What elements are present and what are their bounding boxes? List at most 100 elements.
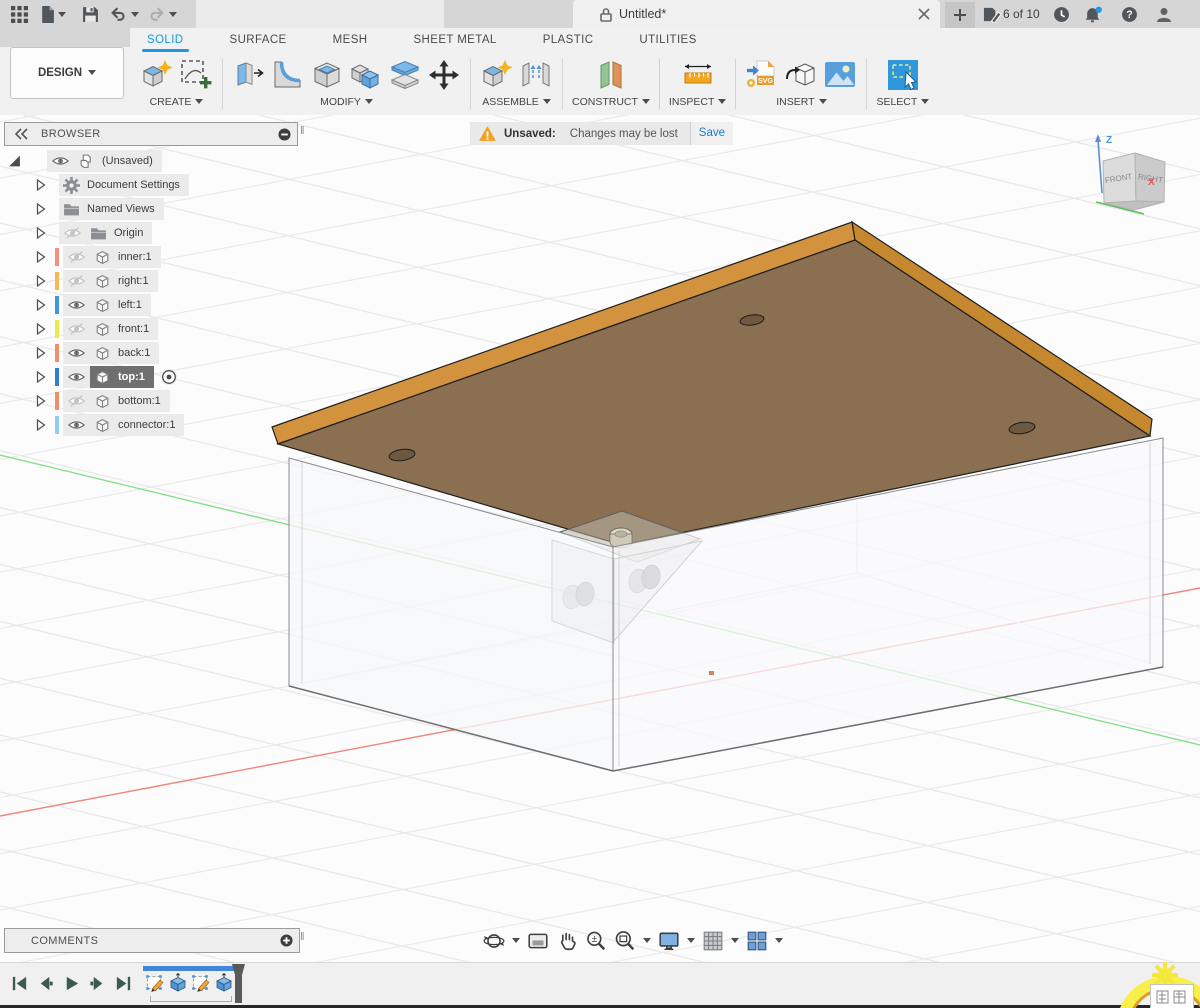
eye-icon[interactable]	[67, 370, 86, 384]
expander-icon[interactable]	[34, 250, 47, 264]
browser-item-label[interactable]: Document Settings	[87, 179, 185, 191]
press-pull-icon[interactable]	[232, 58, 266, 92]
measure-icon[interactable]	[681, 58, 715, 92]
viewcube-bottom-face[interactable]	[1104, 201, 1164, 210]
workspace-selector-button[interactable]: DESIGN	[10, 47, 124, 99]
group-label-assemble[interactable]: ASSEMBLE	[482, 96, 551, 108]
browser-row-back-1[interactable]: back:1	[0, 341, 300, 365]
eye-off-icon[interactable]	[67, 250, 86, 264]
expander-open-icon[interactable]	[8, 154, 21, 168]
undo-icon[interactable]	[110, 6, 127, 23]
sketch-feature-icon[interactable]	[145, 973, 165, 993]
fit-icon[interactable]	[614, 930, 636, 952]
eye-off-icon[interactable]	[67, 274, 86, 288]
expander-icon[interactable]	[34, 226, 47, 240]
group-label-construct[interactable]: CONSTRUCT	[572, 96, 650, 108]
joint-icon[interactable]	[519, 58, 553, 92]
browser-item-label[interactable]: connector:1	[118, 419, 180, 431]
undo-caret-icon[interactable]	[131, 12, 139, 18]
eye-icon[interactable]	[67, 298, 86, 312]
file-menu-icon[interactable]	[39, 6, 56, 23]
app-grid-icon[interactable]	[11, 6, 28, 23]
expander-icon[interactable]	[34, 394, 47, 408]
eye-icon[interactable]	[67, 418, 86, 432]
expander-icon[interactable]	[34, 346, 47, 360]
browser-row-inner-1[interactable]: inner:1	[0, 245, 300, 269]
construct-plane-icon[interactable]	[594, 58, 628, 92]
tab-mesh[interactable]: MESH	[331, 29, 370, 53]
caret-down-icon[interactable]	[687, 938, 695, 944]
tab-sheet-metal[interactable]: SHEET METAL	[411, 29, 498, 53]
group-label-insert[interactable]: INSERT	[776, 96, 826, 108]
combine-icon[interactable]	[349, 58, 383, 92]
caret-down-icon[interactable]	[512, 938, 520, 944]
redo-caret-icon[interactable]	[169, 12, 177, 18]
panel-grip[interactable]: ‖	[300, 931, 305, 943]
expander-icon[interactable]	[34, 370, 47, 384]
group-label-modify[interactable]: MODIFY	[320, 96, 373, 108]
orbit-icon[interactable]	[483, 930, 505, 952]
browser-item-label[interactable]: right:1	[118, 275, 154, 287]
select-icon[interactable]	[886, 58, 920, 92]
caret-down-icon[interactable]	[775, 938, 783, 944]
browser-item-label[interactable]: top:1	[118, 371, 150, 383]
look-at-icon[interactable]	[527, 930, 549, 952]
job-status-clock-icon[interactable]	[1053, 6, 1070, 23]
move-copy-icon[interactable]	[427, 58, 461, 92]
group-label-select[interactable]: SELECT	[876, 96, 929, 108]
collapse-panel-icon[interactable]	[15, 128, 29, 140]
new-component-icon[interactable]	[480, 58, 514, 92]
expander-icon[interactable]	[34, 178, 47, 192]
eye-off-icon[interactable]	[67, 394, 86, 408]
extrude-feature-icon[interactable]	[168, 973, 188, 993]
display-settings-icon[interactable]	[658, 930, 680, 952]
file-menu-caret-icon[interactable]	[58, 12, 66, 18]
close-tab-icon[interactable]	[918, 8, 930, 20]
tab-solid[interactable]: SOLID	[145, 29, 186, 53]
sketch-feature-icon[interactable]	[191, 973, 211, 993]
browser-item-label[interactable]: (Unsaved)	[102, 155, 158, 167]
document-tab[interactable]: Untitled*	[573, 0, 940, 28]
eye-off-icon[interactable]	[67, 322, 86, 336]
step-forward-icon[interactable]	[88, 974, 107, 993]
tab-utilities[interactable]: UTILITIES	[637, 29, 698, 53]
expander-icon[interactable]	[34, 418, 47, 432]
browser-row--unsaved-[interactable]: (Unsaved)	[0, 149, 300, 173]
skip-end-icon[interactable]	[114, 974, 133, 993]
browser-item-label[interactable]: left:1	[118, 299, 147, 311]
browser-row-right-1[interactable]: right:1	[0, 269, 300, 293]
caret-down-icon[interactable]	[731, 938, 739, 944]
plus-circle-icon[interactable]	[280, 934, 293, 947]
browser-row-origin[interactable]: Origin	[0, 221, 300, 245]
skip-start-icon[interactable]	[10, 974, 29, 993]
browser-item-label[interactable]: Origin	[114, 227, 148, 239]
browser-row-top-1[interactable]: top:1	[0, 365, 300, 389]
view-cube[interactable]: Z FRONT RIGHT X	[1088, 130, 1180, 226]
split-body-icon[interactable]	[388, 58, 422, 92]
notifications-bell-icon[interactable]	[1084, 6, 1103, 23]
insert-svg-icon[interactable]: SVG	[745, 58, 779, 92]
3d-viewport[interactable]: BROWSER ‖ (Unsaved)Document SettingsName…	[0, 115, 1200, 962]
group-label-create[interactable]: CREATE	[150, 96, 204, 108]
insert-mesh-icon[interactable]	[784, 58, 818, 92]
tab-surface[interactable]: SURFACE	[228, 29, 289, 53]
tab-plastic[interactable]: PLASTIC	[541, 29, 596, 53]
help-icon[interactable]: ?	[1121, 6, 1138, 23]
expander-icon[interactable]	[34, 322, 47, 336]
browser-item-label[interactable]: back:1	[118, 347, 155, 359]
browser-row-front-1[interactable]: front:1	[0, 317, 300, 341]
expander-icon[interactable]	[34, 274, 47, 288]
step-back-icon[interactable]	[36, 974, 55, 993]
eye-icon[interactable]	[51, 154, 70, 168]
fillet-icon[interactable]	[271, 58, 305, 92]
caret-down-icon[interactable]	[643, 938, 651, 944]
browser-item-label[interactable]: bottom:1	[118, 395, 166, 407]
save-button[interactable]: Save	[691, 122, 733, 145]
minus-circle-icon[interactable]	[278, 128, 291, 141]
create-primitive-icon[interactable]	[140, 58, 174, 92]
browser-item-label[interactable]: front:1	[118, 323, 154, 335]
browser-panel-header[interactable]: BROWSER	[4, 122, 298, 146]
save-icon[interactable]	[82, 6, 99, 23]
redo-icon[interactable]	[148, 6, 165, 23]
expander-icon[interactable]	[34, 202, 47, 216]
